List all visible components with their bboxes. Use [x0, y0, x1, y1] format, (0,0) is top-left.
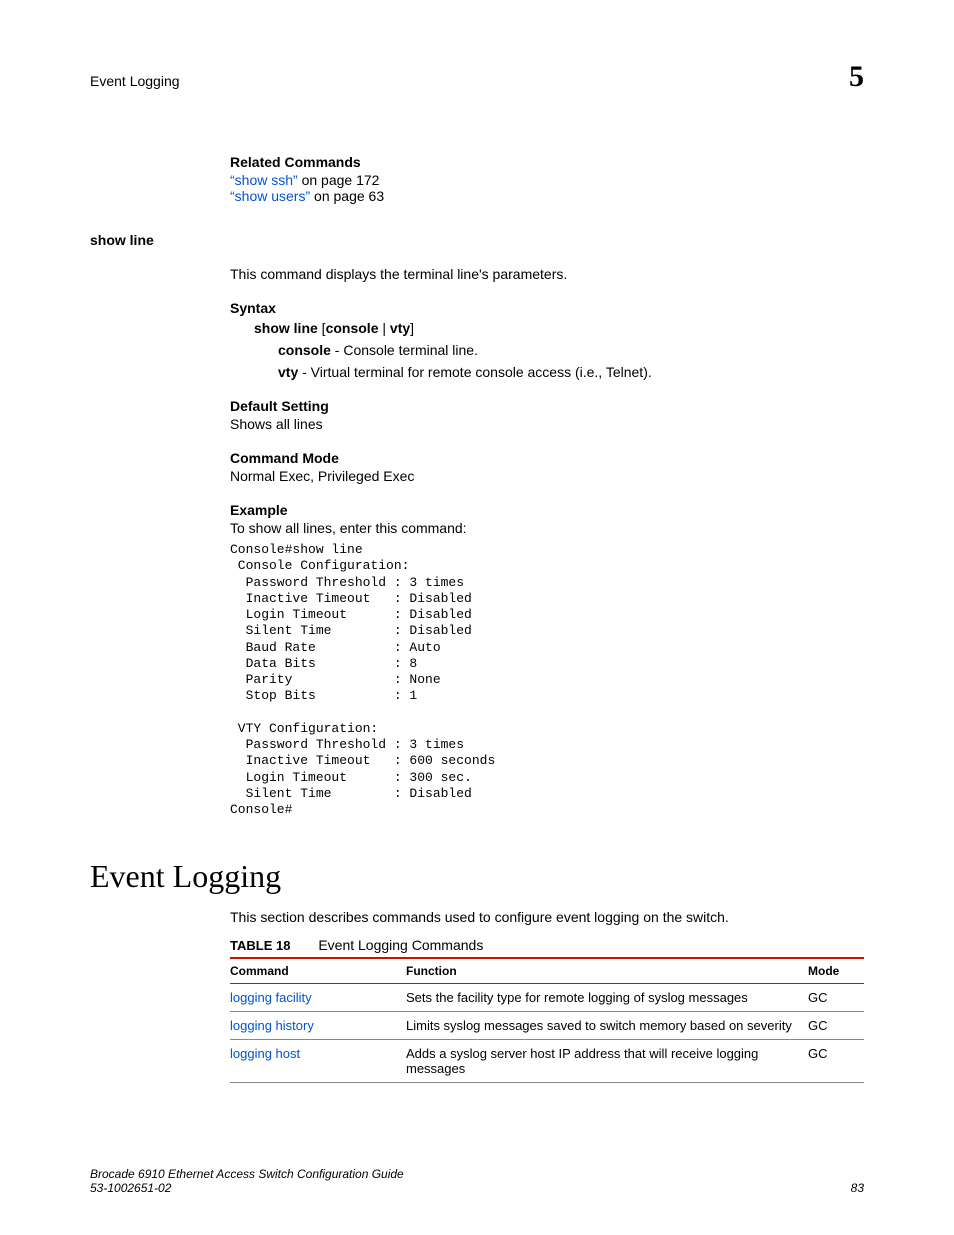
row1-func: Limits syslog messages saved to switch m…: [406, 1012, 808, 1040]
table-row: logging host Adds a syslog server host I…: [230, 1040, 864, 1083]
row2-func: Adds a syslog server host IP address tha…: [406, 1040, 808, 1083]
header-title: Event Logging: [90, 73, 180, 89]
console-desc: - Console terminal line.: [331, 342, 478, 358]
related-link-1: “show ssh” on page 172: [230, 172, 864, 188]
section-title: Event Logging: [90, 858, 864, 895]
footer-left: Brocade 6910 Ethernet Access Switch Conf…: [90, 1167, 404, 1195]
footer-line2: 53-1002651-02: [90, 1181, 404, 1195]
logging-facility-link[interactable]: logging facility: [230, 990, 312, 1005]
show-users-link[interactable]: “show users”: [230, 188, 310, 204]
console-bold: console: [278, 342, 331, 358]
example-output: Console#show line Console Configuration:…: [230, 542, 864, 818]
example-intro: To show all lines, enter this command:: [230, 520, 864, 536]
syntax-close: ]: [410, 320, 414, 336]
related-link-2: “show users” on page 63: [230, 188, 864, 204]
default-setting-text: Shows all lines: [230, 416, 864, 432]
syntax-heading: Syntax: [230, 300, 864, 316]
vty-option: vty - Virtual terminal for remote consol…: [278, 364, 864, 380]
command-name: show line: [90, 232, 864, 248]
command-desc: This command displays the terminal line'…: [230, 266, 864, 282]
logging-history-link[interactable]: logging history: [230, 1018, 314, 1033]
row0-func: Sets the facility type for remote loggin…: [406, 984, 808, 1012]
command-mode-heading: Command Mode: [230, 450, 864, 466]
default-setting-heading: Default Setting: [230, 398, 864, 414]
command-mode-text: Normal Exec, Privileged Exec: [230, 468, 864, 484]
row1-mode: GC: [808, 1012, 864, 1040]
link2-tail: on page 63: [310, 188, 384, 204]
link1-tail: on page 172: [298, 172, 380, 188]
th-command: Command: [230, 958, 406, 984]
related-commands-heading: Related Commands: [230, 154, 864, 170]
chapter-number: 5: [849, 60, 864, 94]
footer-line1: Brocade 6910 Ethernet Access Switch Conf…: [90, 1167, 404, 1181]
table-row: logging history Limits syslog messages s…: [230, 1012, 864, 1040]
section-intro: This section describes commands used to …: [230, 909, 864, 925]
syntax-pipe: |: [378, 320, 389, 336]
table-caption: TABLE 18 Event Logging Commands: [230, 937, 864, 953]
row2-mode: GC: [808, 1040, 864, 1083]
syntax-line: show line [console | vty]: [254, 320, 864, 336]
logging-host-link[interactable]: logging host: [230, 1046, 300, 1061]
table-header-row: Command Function Mode: [230, 958, 864, 984]
page-header: Event Logging 5: [90, 60, 864, 94]
vty-desc: - Virtual terminal for remote console ac…: [298, 364, 652, 380]
footer-page: 83: [851, 1181, 864, 1195]
table-row: logging facility Sets the facility type …: [230, 984, 864, 1012]
vty-bold: vty: [278, 364, 298, 380]
row0-mode: GC: [808, 984, 864, 1012]
page-footer: Brocade 6910 Ethernet Access Switch Conf…: [90, 1167, 864, 1195]
th-mode: Mode: [808, 958, 864, 984]
syntax-cmd: show line: [254, 320, 318, 336]
table-caption-text: Event Logging Commands: [318, 937, 483, 953]
show-ssh-link[interactable]: “show ssh”: [230, 172, 298, 188]
syntax-opt1: console: [326, 320, 379, 336]
console-option: console - Console terminal line.: [278, 342, 864, 358]
commands-table: Command Function Mode logging facility S…: [230, 957, 864, 1083]
th-function: Function: [406, 958, 808, 984]
table-label: TABLE 18: [230, 938, 290, 953]
example-heading: Example: [230, 502, 864, 518]
syntax-open: [: [318, 320, 326, 336]
syntax-opt2: vty: [390, 320, 410, 336]
